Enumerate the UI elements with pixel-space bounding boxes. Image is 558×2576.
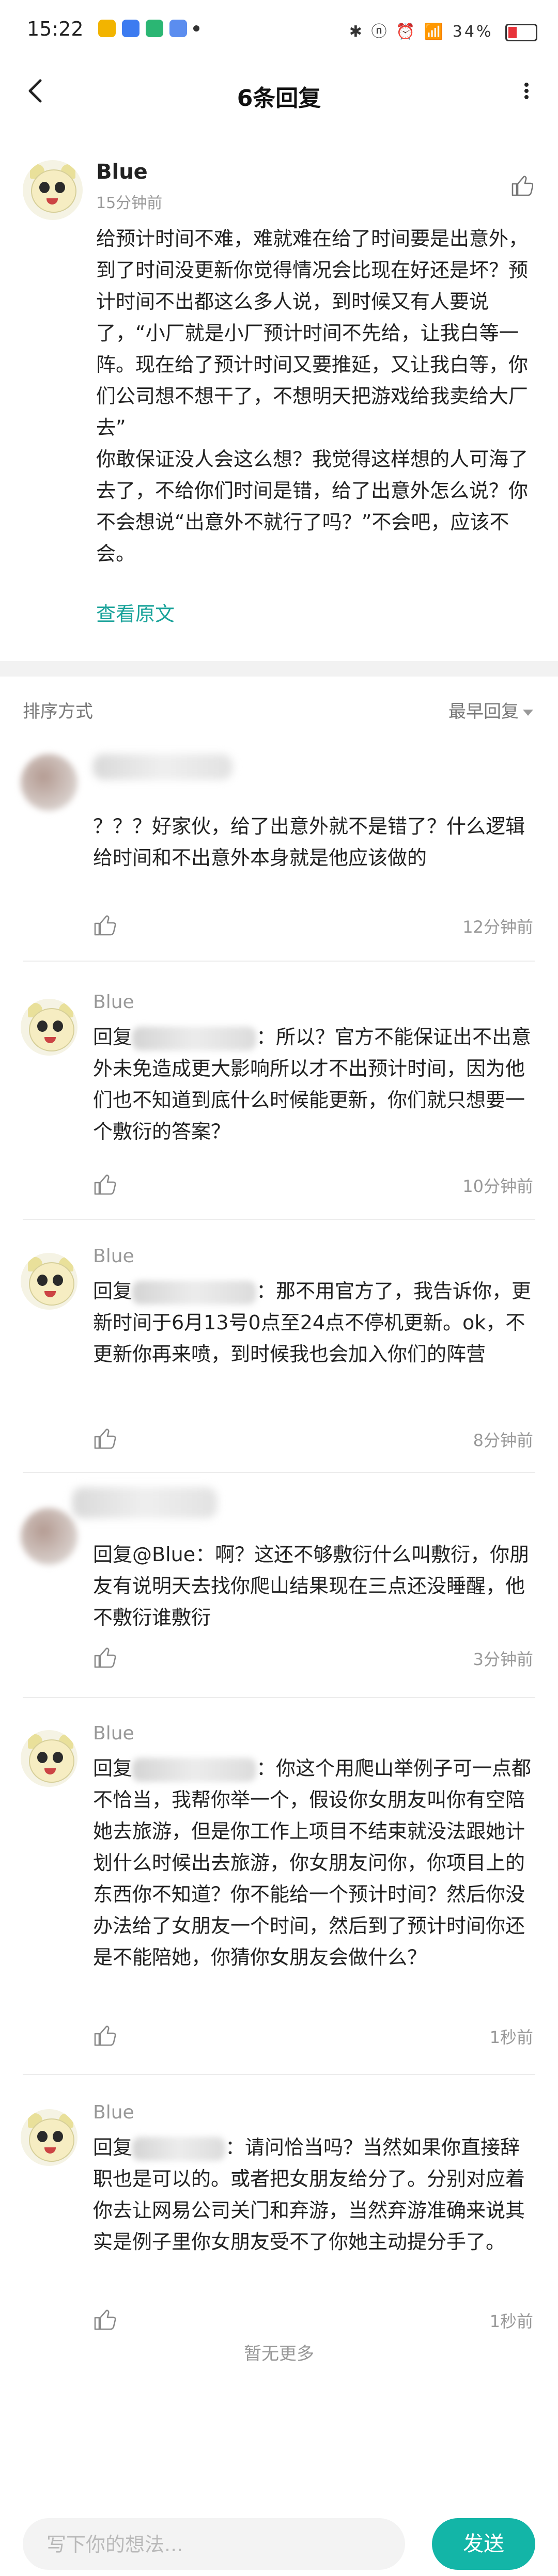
comment-input[interactable]	[45, 2518, 389, 2571]
sort-dropdown[interactable]: 最早回复	[448, 697, 533, 722]
reply-text: ：你这个用爬山举例子可一点都不恰当，我帮你举一个，假设你女朋友叫你有空陪她去旅游…	[93, 1757, 532, 1969]
battery-icon	[505, 23, 537, 41]
reply-time: 1秒前	[489, 2028, 533, 2047]
thumbs-up-icon	[94, 2310, 116, 2330]
avatar-eye	[37, 2131, 48, 2142]
reply-time: 12分钟前	[462, 917, 533, 937]
avatar-eye	[53, 1275, 63, 1286]
nav-bar: 6条回复	[0, 62, 558, 124]
avatar[interactable]	[21, 999, 78, 1056]
like-button[interactable]	[510, 175, 534, 197]
avatar[interactable]	[21, 1253, 78, 1310]
page-title: 6条回复	[237, 85, 321, 112]
caret-down-icon	[523, 709, 533, 716]
avatar-eye	[37, 1275, 48, 1286]
avatar-eye	[55, 182, 65, 193]
reply-body: 回复 ：所以？官方不能保证出不出意外未免造成更大影响所以才不出预计时间，因为他们也…	[93, 1022, 537, 1148]
avatar-eye	[37, 1020, 48, 1032]
more-button[interactable]	[519, 75, 534, 106]
avatar-face	[29, 1262, 74, 1306]
status-bar: 15:22 ✱ ⓝ ⏰ 📶 34%	[0, 0, 558, 62]
avatar-face	[29, 1008, 74, 1051]
no-more-label: 暂无更多	[244, 2344, 314, 2364]
app-notification-icon	[122, 20, 140, 37]
reply-prefix: 回复	[93, 1280, 133, 1302]
mention-redacted	[132, 2137, 226, 2161]
author-name[interactable]: Blue	[93, 1723, 134, 1744]
mention-redacted	[132, 1026, 257, 1050]
avatar-face	[29, 1739, 74, 1783]
comment-composer: 发送	[0, 2500, 558, 2576]
like-button[interactable]	[93, 1427, 116, 1450]
like-button[interactable]	[93, 1646, 116, 1669]
send-button[interactable]: 发送	[432, 2518, 535, 2570]
like-button[interactable]	[93, 1173, 116, 1196]
mention-redacted	[132, 1757, 257, 1782]
divider	[23, 2074, 535, 2075]
like-button[interactable]	[93, 2024, 116, 2047]
divider	[23, 1219, 535, 1220]
like-button[interactable]	[93, 914, 116, 937]
avatar-eye	[53, 1752, 63, 1763]
thumbs-up-icon	[94, 915, 116, 936]
thumbs-up-icon	[94, 1647, 116, 1668]
section-divider	[0, 661, 558, 677]
more-vertical-icon	[524, 83, 529, 99]
mention-redacted	[132, 1280, 257, 1305]
divider	[23, 1472, 535, 1473]
avatar[interactable]	[21, 1508, 78, 1565]
avatar-eye	[53, 2131, 63, 2142]
reply-body: 回复 ：你这个用爬山举例子可一点都不恰当，我帮你举一个，假设你女朋友叫你有空陪她去…	[93, 1753, 537, 1973]
reply-body: 回复@Blue：啊？这还不够敷衍什么叫敷衍，你朋友有说明天去找你爬山结果现在三点…	[93, 1543, 530, 1629]
author-name-redacted	[72, 1487, 217, 1518]
avatar-eye	[39, 182, 50, 193]
status-time: 15:22	[27, 18, 84, 40]
view-original-link[interactable]: 查看原文	[96, 598, 175, 626]
avatar[interactable]	[21, 1730, 78, 1787]
status-indicators: ✱ ⓝ ⏰ 📶 34%	[349, 23, 493, 41]
divider	[23, 1697, 535, 1698]
author-name[interactable]: Blue	[93, 992, 134, 1013]
avatar-face	[29, 2118, 74, 2162]
divider	[23, 961, 535, 962]
reply-time: 1秒前	[489, 2312, 533, 2331]
thumbs-up-icon	[94, 1428, 116, 1449]
app-notification-icon	[98, 20, 116, 37]
reply-prefix: 回复	[93, 1757, 133, 1780]
post-time: 15分钟前	[96, 194, 163, 212]
notification-icons	[98, 20, 199, 37]
thumbs-up-icon	[94, 2025, 116, 2046]
author-name-redacted	[93, 754, 233, 780]
comment-input-wrapper[interactable]	[23, 2518, 405, 2571]
like-button[interactable]	[93, 2308, 116, 2331]
more-dot-icon	[193, 25, 199, 32]
reply-prefix: 回复	[93, 1026, 133, 1048]
thumbs-up-icon	[512, 176, 534, 196]
reply-time: 8分钟前	[473, 1431, 533, 1450]
comment-body: 给预计时间不难，难就难在给了时间要是出意外，到了时间没更新你觉得情况会比现在好还…	[96, 227, 529, 565]
sort-label: 排序方式	[23, 701, 93, 722]
reply-body: 回复 ：请问恰当吗？当然如果你直接辞职也是可以的。或者把女朋友给分了。分别对应着你…	[93, 2132, 537, 2258]
author-name[interactable]: Blue	[96, 160, 148, 184]
avatar-face	[31, 169, 76, 213]
avatar-eye	[37, 1752, 48, 1763]
reply-body: ？？？好家伙，给了出意外就不是错了？什么逻辑 给时间和不出意外本身就是他应该做的	[93, 815, 525, 869]
avatar-eye	[53, 1020, 63, 1032]
status-right: ✱ ⓝ ⏰ 📶 34%	[349, 19, 537, 41]
avatar[interactable]	[21, 754, 78, 811]
avatar[interactable]	[21, 2109, 78, 2166]
reply-prefix: 回复	[93, 2136, 133, 2159]
app-notification-icon	[169, 20, 187, 37]
app-notification-icon	[146, 20, 163, 37]
avatar[interactable]	[23, 160, 83, 220]
sort-selected: 最早回复	[448, 701, 519, 722]
thumbs-up-icon	[94, 1174, 116, 1195]
author-name[interactable]: Blue	[93, 2102, 134, 2123]
reply-time: 10分钟前	[462, 1176, 533, 1196]
reply-time: 3分钟前	[473, 1650, 533, 1669]
sort-bar: 排序方式 最早回复	[0, 682, 558, 733]
author-name[interactable]: Blue	[93, 1246, 134, 1267]
reply-body: 回复 ：那不用官方了，我告诉你，更新时间于6月13号0点至24点不停机更新。ok，…	[93, 1276, 537, 1370]
